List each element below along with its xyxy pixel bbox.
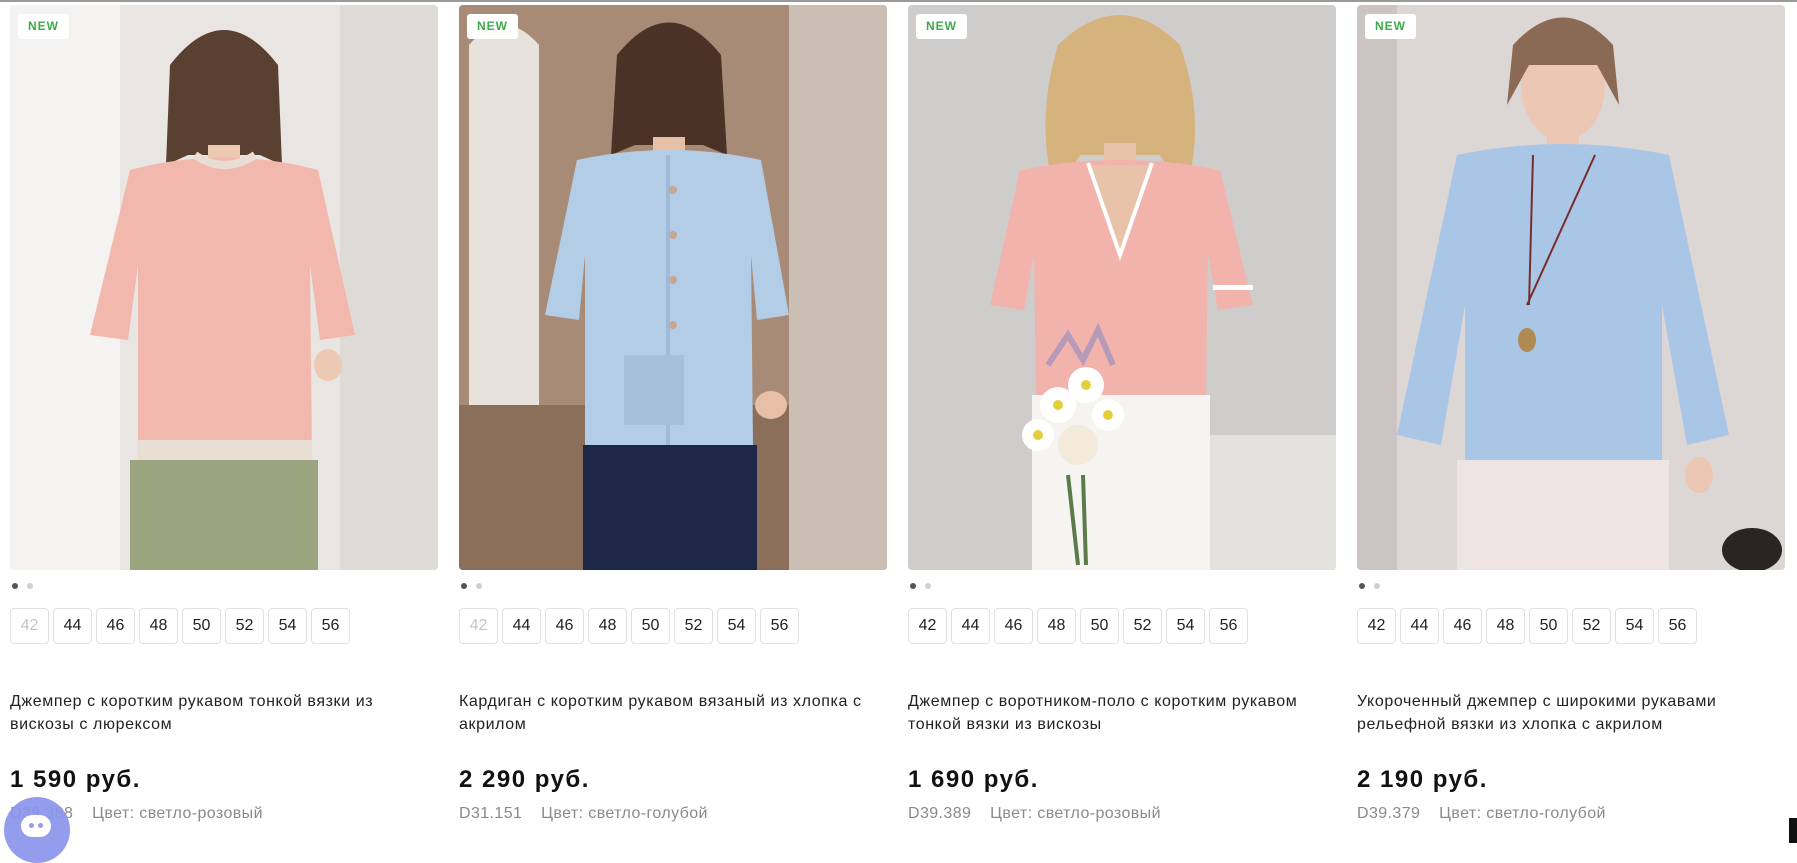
size-option[interactable]: 50 (1529, 608, 1568, 644)
product-title[interactable]: Укороченный джемпер с широкими рукавами … (1357, 690, 1785, 736)
size-option[interactable]: 50 (631, 608, 670, 644)
size-option[interactable]: 44 (502, 608, 541, 644)
gallery-dot[interactable] (12, 583, 18, 589)
size-option[interactable]: 46 (994, 608, 1033, 644)
size-selector: 42 44 46 48 50 52 54 56 (908, 608, 1248, 644)
gallery-dots[interactable] (910, 583, 931, 591)
size-option[interactable]: 42 (908, 608, 947, 644)
size-option[interactable]: 42 (459, 608, 498, 644)
chat-bubble-icon (21, 815, 51, 837)
product-sku: D39.389 (908, 805, 972, 822)
product-card[interactable]: NEW 42 44 46 48 50 52 54 56 Укороченный … (1357, 5, 1785, 843)
edge-scrollbar[interactable] (1789, 818, 1797, 843)
gallery-dot[interactable] (925, 583, 931, 589)
size-option[interactable]: 52 (674, 608, 713, 644)
new-badge: NEW (18, 14, 69, 39)
gallery-dots[interactable] (461, 583, 482, 591)
gallery-dots[interactable] (1359, 583, 1380, 591)
size-option[interactable]: 54 (268, 608, 307, 644)
product-meta: D31.151 Цвет: светло-голубой (459, 805, 708, 823)
size-option[interactable]: 52 (1572, 608, 1611, 644)
product-grid: NEW 42 44 46 48 50 52 54 56 Джемпер с ко… (10, 5, 1790, 843)
new-badge: NEW (1365, 14, 1416, 39)
product-photo[interactable] (459, 5, 887, 570)
product-title[interactable]: Джемпер с коротким рукавом тонкой вязки … (10, 690, 438, 736)
gallery-dot[interactable] (476, 583, 482, 589)
size-selector: 42 44 46 48 50 52 54 56 (459, 608, 799, 644)
size-option[interactable]: 54 (1615, 608, 1654, 644)
new-badge: NEW (916, 14, 967, 39)
size-option[interactable]: 56 (1658, 608, 1697, 644)
product-sku: D31.151 (459, 805, 523, 822)
size-option[interactable]: 50 (1080, 608, 1119, 644)
gallery-dots[interactable] (12, 583, 33, 591)
size-option[interactable]: 46 (545, 608, 584, 644)
size-option[interactable]: 44 (53, 608, 92, 644)
size-option[interactable]: 52 (225, 608, 264, 644)
product-card[interactable]: NEW 42 44 46 48 50 52 54 56 Джемпер с во… (908, 5, 1336, 843)
size-option[interactable]: 50 (182, 608, 221, 644)
size-option[interactable]: 42 (10, 608, 49, 644)
size-option[interactable]: 52 (1123, 608, 1162, 644)
product-photo[interactable] (908, 5, 1336, 570)
new-badge: NEW (467, 14, 518, 39)
product-price: 2 290 руб. (459, 766, 590, 793)
size-option[interactable]: 42 (1357, 608, 1396, 644)
size-option[interactable]: 54 (1166, 608, 1205, 644)
product-sku: D39.379 (1357, 805, 1421, 822)
gallery-dot[interactable] (1359, 583, 1365, 589)
size-selector: 42 44 46 48 50 52 54 56 (10, 608, 350, 644)
product-price: 1 590 руб. (10, 766, 141, 793)
product-color: Цвет: светло-голубой (1439, 805, 1606, 822)
gallery-dot[interactable] (1374, 583, 1380, 589)
product-color: Цвет: светло-розовый (990, 805, 1161, 822)
product-photo[interactable] (10, 5, 438, 570)
size-option[interactable]: 48 (1037, 608, 1076, 644)
product-meta: D39.379 Цвет: светло-голубой (1357, 805, 1606, 823)
size-option[interactable]: 56 (311, 608, 350, 644)
product-card[interactable]: NEW 42 44 46 48 50 52 54 56 Джемпер с ко… (10, 5, 438, 843)
top-divider (0, 0, 1797, 2)
size-option[interactable]: 46 (96, 608, 135, 644)
product-card[interactable]: NEW 42 44 46 48 50 52 54 56 Кардиган с к… (459, 5, 887, 843)
product-color: Цвет: светло-голубой (541, 805, 708, 822)
size-option[interactable]: 44 (1400, 608, 1439, 644)
product-title[interactable]: Кардиган с коротким рукавом вязаный из х… (459, 690, 887, 736)
gallery-dot[interactable] (461, 583, 467, 589)
size-option[interactable]: 56 (1209, 608, 1248, 644)
product-photo[interactable] (1357, 5, 1785, 570)
size-selector: 42 44 46 48 50 52 54 56 (1357, 608, 1697, 644)
product-color: Цвет: светло-розовый (92, 805, 263, 822)
size-option[interactable]: 44 (951, 608, 990, 644)
product-meta: D39.389 Цвет: светло-розовый (908, 805, 1161, 823)
product-price: 1 690 руб. (908, 766, 1039, 793)
size-option[interactable]: 54 (717, 608, 756, 644)
size-option[interactable]: 48 (588, 608, 627, 644)
size-option[interactable]: 48 (1486, 608, 1525, 644)
product-price: 2 190 руб. (1357, 766, 1488, 793)
gallery-dot[interactable] (27, 583, 33, 589)
size-option[interactable]: 48 (139, 608, 178, 644)
size-option[interactable]: 46 (1443, 608, 1482, 644)
product-title[interactable]: Джемпер с воротником-поло с коротким рук… (908, 690, 1336, 736)
chat-button[interactable] (4, 797, 70, 863)
gallery-dot[interactable] (910, 583, 916, 589)
size-option[interactable]: 56 (760, 608, 799, 644)
